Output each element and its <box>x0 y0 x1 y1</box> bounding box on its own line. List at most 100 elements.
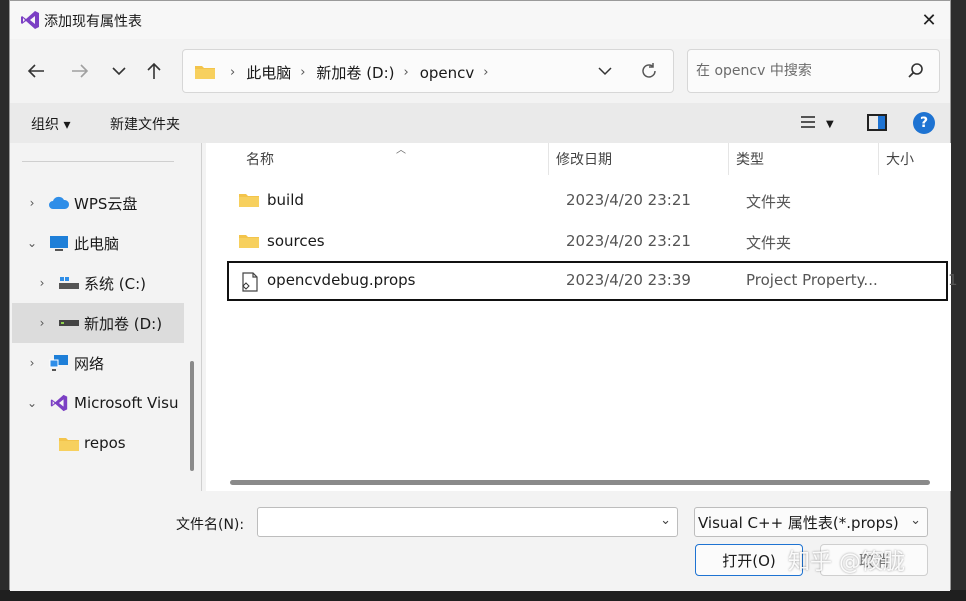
pane-splitter[interactable] <box>201 143 202 491</box>
sidebar-item-this-pc[interactable]: ⌄ 此电脑 <box>12 223 184 263</box>
expand-chevron-icon[interactable]: › <box>34 316 50 330</box>
breadcrumb-opencv[interactable]: opencv <box>420 64 475 82</box>
breadcrumb-drive-d[interactable]: 新加卷 (D:) <box>316 62 394 83</box>
file-type: Project Property... <box>746 271 878 289</box>
folder-icon <box>239 233 259 249</box>
background-editor-bottom <box>0 590 966 601</box>
folder-icon <box>58 434 80 452</box>
column-header-type[interactable]: 类型 <box>736 143 764 175</box>
title-bar: 添加现有属性表 ✕ <box>10 1 950 39</box>
divider <box>22 161 174 162</box>
list-view-icon <box>800 115 816 133</box>
new-folder-button[interactable]: 新建文件夹 <box>110 114 180 134</box>
network-icon <box>48 354 70 372</box>
filetype-select[interactable]: Visual C++ 属性表(*.props) ⌄ <box>694 507 928 537</box>
command-bar: 组织 ▾ 新建文件夹 ▼ ? <box>10 103 950 143</box>
filename-field[interactable]: ⌄ <box>257 507 678 537</box>
sidebar-item-drive-d[interactable]: › 新加卷 (D:) <box>12 303 184 343</box>
recent-locations-chevron-icon[interactable] <box>103 55 135 87</box>
column-header-date[interactable]: 修改日期 <box>556 143 612 175</box>
background-editor-strip <box>951 0 966 601</box>
breadcrumb: › 此电脑 › 新加卷 (D:) › opencv › <box>221 62 499 83</box>
drive-icon <box>58 314 80 332</box>
open-button[interactable]: 打开(O) <box>695 544 803 576</box>
filetype-value: Visual C++ 属性表(*.props) <box>698 513 899 532</box>
breadcrumb-chevron-icon: › <box>230 65 236 80</box>
sidebar-item-label: 网络 <box>74 354 105 373</box>
address-dropdown-chevron-icon[interactable] <box>594 60 616 82</box>
sidebar-scrollbar[interactable] <box>190 361 194 471</box>
breadcrumb-chevron-icon: › <box>483 65 489 80</box>
breadcrumb-this-pc[interactable]: 此电脑 <box>246 62 291 83</box>
sidebar-item-label: repos <box>84 434 126 452</box>
sidebar-item-label: 系统 (C:) <box>84 274 146 293</box>
collapse-chevron-icon[interactable]: ⌄ <box>24 396 40 410</box>
table-row[interactable]: build 2023/4/20 23:21 文件夹 <box>223 181 938 221</box>
search-icon[interactable] <box>907 62 925 80</box>
column-divider[interactable] <box>548 143 549 175</box>
file-name: opencvdebug.props <box>267 271 416 289</box>
system-drive-icon <box>58 274 80 292</box>
back-arrow-icon[interactable] <box>20 55 52 87</box>
organize-menu-button[interactable]: 组织 ▾ <box>31 114 70 134</box>
filename-dropdown-chevron-icon[interactable]: ⌄ <box>660 513 671 528</box>
collapse-chevron-icon[interactable]: ⌄ <box>24 236 40 250</box>
cloud-icon <box>48 194 70 212</box>
folder-icon <box>195 64 215 79</box>
column-divider[interactable] <box>878 143 879 175</box>
up-arrow-icon[interactable] <box>138 55 170 87</box>
dialog-footer: 文件名(N): ⌄ Visual C++ 属性表(*.props) ⌄ 打开(O… <box>10 491 950 591</box>
table-row[interactable]: sources 2023/4/20 23:21 文件夹 <box>223 222 938 262</box>
column-header-name[interactable]: 名称 <box>246 143 274 175</box>
sidebar-item-network[interactable]: › 网络 <box>12 343 184 383</box>
computer-icon <box>48 234 70 252</box>
breadcrumb-chevron-icon: › <box>403 65 409 80</box>
visual-studio-icon <box>48 394 70 412</box>
file-name: build <box>267 191 304 209</box>
file-date: 2023/4/20 23:21 <box>566 232 691 250</box>
file-size: 1 <box>948 271 958 289</box>
address-bar[interactable]: › 此电脑 › 新加卷 (D:) › opencv › <box>182 49 674 93</box>
help-icon[interactable]: ? <box>913 112 935 134</box>
dialog-title: 添加现有属性表 <box>44 14 142 30</box>
forward-arrow-icon[interactable] <box>64 55 96 87</box>
column-header-size[interactable]: 大小 <box>886 143 914 175</box>
search-box <box>687 49 940 93</box>
folder-icon <box>239 192 259 208</box>
add-property-sheet-dialog: 添加现有属性表 ✕ › 此电脑 › 新加卷 (D:) › opencv › 在 … <box>9 0 958 591</box>
watermark: 知乎 @筱胧 <box>788 550 905 575</box>
sidebar-item-label: WPS云盘 <box>74 194 138 213</box>
change-view-button[interactable]: ▼ <box>800 113 846 135</box>
close-icon[interactable]: ✕ <box>914 5 944 35</box>
filetype-dropdown-chevron-icon: ⌄ <box>910 513 921 528</box>
expand-chevron-icon[interactable]: › <box>24 196 40 210</box>
breadcrumb-chevron-icon: › <box>300 65 306 80</box>
sidebar-item-label: 新加卷 (D:) <box>84 314 163 333</box>
visual-studio-logo-icon <box>19 9 41 31</box>
navigation-pane: › WPS云盘 ⌄ 此电脑 › 系统 (C:) › 新加卷 (D:) › 网络 … <box>10 143 194 491</box>
search-input[interactable] <box>696 60 896 82</box>
column-divider[interactable] <box>728 143 729 175</box>
file-name: sources <box>267 232 325 250</box>
props-file-icon <box>241 272 261 292</box>
sidebar-item-wps-cloud[interactable]: › WPS云盘 <box>12 183 184 223</box>
file-date: 2023/4/20 23:39 <box>566 271 691 289</box>
sidebar-item-microsoft-visual[interactable]: ⌄ Microsoft Visu <box>12 383 184 423</box>
horizontal-scrollbar[interactable] <box>230 480 930 485</box>
expand-chevron-icon[interactable]: › <box>24 356 40 370</box>
preview-pane-icon[interactable] <box>867 114 887 131</box>
sidebar-item-label: 此电脑 <box>74 234 120 253</box>
file-list: ︿ 名称 修改日期 类型 大小 build 2023/4/20 23:21 文件… <box>206 143 958 491</box>
refresh-icon[interactable] <box>638 60 660 82</box>
file-type: 文件夹 <box>746 234 792 252</box>
table-row-selected[interactable]: opencvdebug.props 2023/4/20 23:39 Projec… <box>227 261 958 301</box>
sort-ascending-icon: ︿ <box>396 145 406 156</box>
navigation-bar: › 此电脑 › 新加卷 (D:) › opencv › <box>10 39 950 103</box>
sidebar-item-label: Microsoft Visu <box>74 394 179 412</box>
file-date: 2023/4/20 23:21 <box>566 191 691 209</box>
expand-chevron-icon[interactable]: › <box>34 276 50 290</box>
view-dropdown-icon: ▼ <box>826 118 834 130</box>
sidebar-item-system-c[interactable]: › 系统 (C:) <box>12 263 184 303</box>
file-type: 文件夹 <box>746 193 792 211</box>
sidebar-item-repos[interactable]: repos <box>12 423 184 463</box>
